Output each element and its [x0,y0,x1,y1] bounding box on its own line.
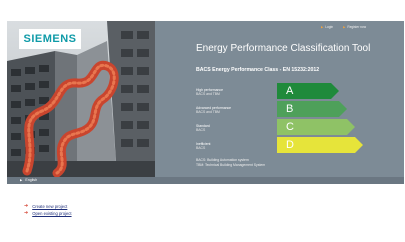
class-d-sub: BACS [196,146,206,151]
class-a-sub: BACS and TBM [196,92,220,97]
class-a-bar: A [277,83,339,99]
language-label: English [25,178,38,182]
class-c-label: Standard BACS [196,124,266,132]
open-project-link[interactable]: ➜ Open existing project [24,210,72,217]
siemens-logo: SIEMENS [19,29,81,49]
class-d-letter: D [286,139,294,151]
class-d-label: Inefficient BACS [196,142,266,150]
class-b-letter: B [286,103,294,115]
class-d-bar: D [277,137,363,153]
top-nav: ▶ Login ▶ Register now [321,25,366,29]
class-b-bar: B [277,101,347,117]
header-strip [0,0,405,20]
login-link[interactable]: ▶ Login [321,25,333,29]
language-selector[interactable]: ▶ English [20,178,37,182]
language-bar [7,177,404,184]
class-c-bar: C [277,119,355,135]
app-title: Energy Performance Classification Tool [196,43,371,54]
classification-subtitle: BACS Energy Performance Class - EN 15232… [196,67,320,73]
login-label: Login [325,25,334,29]
class-c-sub: BACS [196,128,206,133]
page: SIEMENS ▶ Login ▶ Register now Energy Pe… [0,0,405,242]
brand-text: SIEMENS [23,33,77,45]
class-a-label: High performance BACS and TBM [196,88,266,96]
caret-right-icon: ▶ [320,25,324,29]
arrow-right-icon: ➜ [24,203,29,209]
open-project-label: Open existing project [32,211,72,216]
class-b-sub: BACS and TBM [196,110,220,115]
create-project-link[interactable]: ➜ Create new project [24,203,68,210]
class-a-letter: A [286,85,294,97]
caret-right-icon: ▶ [20,178,23,182]
bacs-note: BACS: Building Automation system [196,158,249,162]
class-c-letter: C [286,121,294,133]
create-project-label: Create new project [32,204,68,209]
caret-right-icon: ▶ [343,25,346,29]
class-b-label: Advanced performance BACS and TBM [196,106,266,114]
register-label: Register now [347,25,366,29]
register-link[interactable]: ▶ Register now [343,25,366,29]
hero-banner: SIEMENS ▶ Login ▶ Register now Energy Pe… [7,21,404,177]
arrow-right-icon: ➜ [24,210,29,216]
tbm-note: TBM: Technical Building Management Syste… [196,163,266,167]
